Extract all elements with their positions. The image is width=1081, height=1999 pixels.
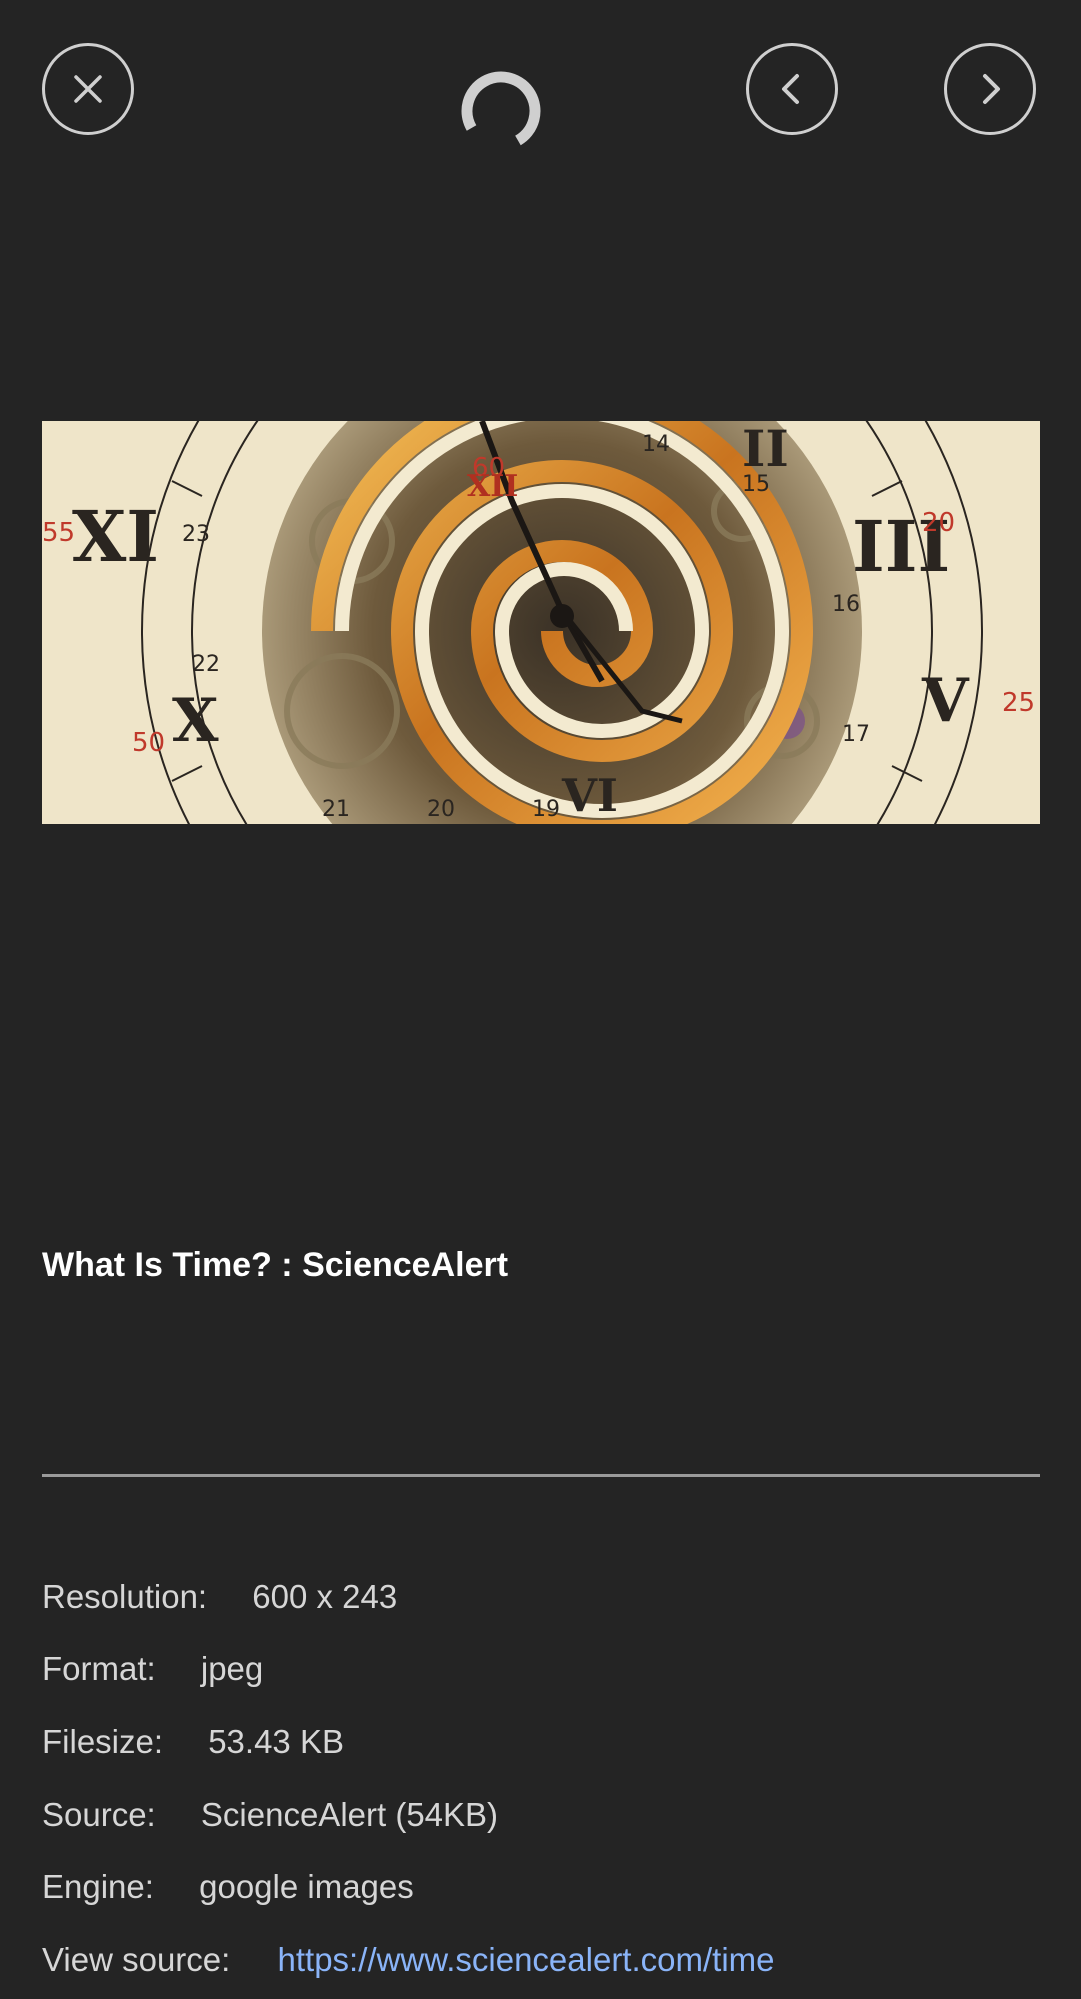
svg-text:55: 55: [42, 518, 75, 548]
filesize-row: Filesize: 53.43 KB: [42, 1723, 344, 1761]
svg-text:23: 23: [182, 522, 210, 547]
image-title: What Is Time? : ScienceAlert: [42, 1246, 509, 1284]
svg-text:V: V: [921, 666, 970, 736]
svg-text:20: 20: [922, 508, 955, 538]
source-label: Source:: [42, 1796, 156, 1833]
spiral-clock-image: XI X III V II VI 23 22 21 20 19 14 15 16…: [42, 421, 1040, 824]
source-value: ScienceAlert (54KB): [200, 1796, 499, 1833]
svg-text:14: 14: [642, 432, 670, 457]
source-row: Source: ScienceAlert (54KB): [42, 1796, 498, 1834]
svg-text:19: 19: [532, 797, 560, 822]
svg-text:20: 20: [427, 797, 455, 822]
preview-image[interactable]: XI X III V II VI 23 22 21 20 19 14 15 16…: [42, 421, 1040, 824]
svg-text:16: 16: [832, 592, 860, 617]
divider: [42, 1474, 1040, 1477]
resolution-value: 600 x 243: [252, 1578, 398, 1615]
close-icon: [74, 75, 102, 103]
resolution-row: Resolution: 600 x 243: [42, 1578, 397, 1616]
svg-text:VI: VI: [561, 769, 618, 822]
filesize-value: 53.43 KB: [208, 1723, 344, 1760]
engine-row: Engine: google images: [42, 1868, 414, 1906]
previous-image-button[interactable]: [746, 43, 838, 135]
svg-text:25: 25: [1002, 688, 1035, 718]
svg-text:15: 15: [742, 472, 770, 497]
svg-text:XII: XII: [467, 469, 518, 504]
svg-text:II: II: [742, 421, 789, 478]
svg-text:50: 50: [132, 728, 165, 758]
engine-value: google images: [199, 1868, 414, 1905]
svg-text:21: 21: [322, 797, 350, 822]
svg-text:X: X: [172, 686, 219, 756]
view-source-row: View source: https://www.sciencealert.co…: [42, 1941, 775, 1979]
svg-text:XI: XI: [72, 495, 159, 578]
view-source-label: View source:: [42, 1941, 231, 1978]
format-row: Format: jpeg: [42, 1650, 263, 1688]
loading-spinner-icon: [461, 71, 541, 151]
next-image-button[interactable]: [944, 43, 1036, 135]
format-label: Format:: [42, 1650, 156, 1687]
format-value: jpeg: [200, 1650, 264, 1687]
filesize-label: Filesize:: [42, 1723, 164, 1760]
svg-text:22: 22: [192, 652, 220, 677]
chevron-left-icon: [782, 74, 799, 104]
chevron-right-icon: [983, 74, 1000, 104]
resolution-label: Resolution:: [42, 1578, 208, 1615]
svg-text:17: 17: [842, 722, 870, 747]
view-source-link[interactable]: https://www.sciencealert.com/time: [278, 1941, 775, 1979]
close-button[interactable]: [42, 43, 134, 135]
engine-label: Engine:: [42, 1868, 154, 1905]
